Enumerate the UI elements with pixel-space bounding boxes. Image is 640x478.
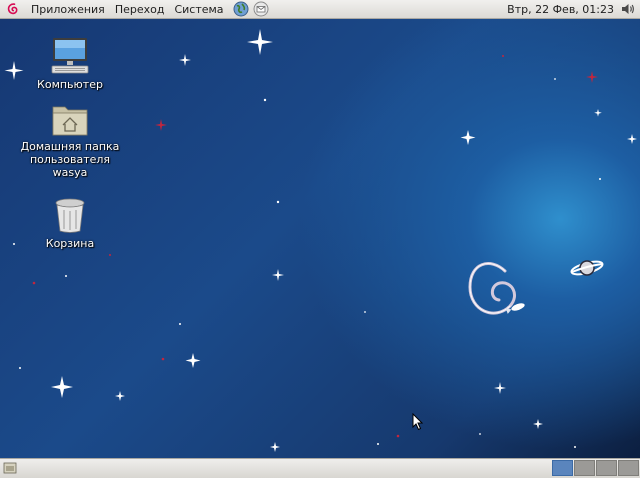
star-icon bbox=[115, 391, 125, 401]
top-panel: Приложения Переход Система Втр, 22 Фев, … bbox=[0, 0, 640, 19]
trash-icon bbox=[55, 198, 85, 233]
browser-icon[interactable] bbox=[233, 1, 249, 17]
desktop-icon-computer[interactable]: Компьютер bbox=[15, 37, 125, 91]
star-icon bbox=[272, 269, 284, 281]
star-icon bbox=[179, 54, 191, 66]
menu-applications[interactable]: Приложения bbox=[26, 0, 110, 19]
home-folder-icon bbox=[52, 106, 88, 136]
workspace-4[interactable] bbox=[618, 460, 639, 476]
mouse-cursor-icon bbox=[412, 413, 424, 431]
menu-places[interactable]: Переход bbox=[110, 0, 170, 19]
main-menu-bar: Приложения Переход Система bbox=[0, 0, 269, 19]
star-icon bbox=[270, 442, 280, 452]
tray-area: Втр, 22 Фев, 01:23 bbox=[501, 0, 640, 19]
star-icon bbox=[594, 109, 602, 117]
star-icon bbox=[185, 353, 201, 368]
bottom-panel bbox=[0, 458, 640, 478]
star-icon bbox=[155, 119, 167, 131]
icon-label: Компьютер bbox=[37, 78, 103, 91]
show-desktop-icon[interactable] bbox=[3, 461, 17, 475]
workspace-3[interactable] bbox=[596, 460, 617, 476]
star-icon bbox=[586, 71, 598, 83]
icon-label: Домашняя папка пользователя wasya bbox=[20, 140, 120, 179]
desktop-icon-home[interactable]: Домашняя папка пользователя wasya bbox=[15, 101, 125, 179]
desktop[interactable]: Компьютер Домашняя папка пользователя wa… bbox=[0, 19, 640, 458]
star-icon bbox=[51, 376, 73, 398]
icon-label: Корзина bbox=[45, 237, 95, 250]
mail-icon[interactable] bbox=[253, 1, 269, 17]
computer-icon bbox=[51, 38, 89, 74]
star-icon bbox=[627, 134, 637, 144]
debian-swirl bbox=[468, 262, 516, 315]
star-icon bbox=[494, 382, 506, 394]
debian-logo-icon[interactable] bbox=[6, 2, 20, 16]
volume-icon[interactable] bbox=[620, 1, 636, 17]
desktop-icon-trash[interactable]: Корзина bbox=[15, 198, 125, 250]
planet-icon bbox=[570, 260, 604, 276]
workspace-1[interactable] bbox=[552, 460, 573, 476]
menu-system[interactable]: Система bbox=[169, 0, 228, 19]
workspace-2[interactable] bbox=[574, 460, 595, 476]
clock[interactable]: Втр, 22 Фев, 01:23 bbox=[501, 3, 620, 16]
star-icon bbox=[460, 130, 476, 145]
star-icon bbox=[533, 419, 543, 429]
star-icon bbox=[247, 29, 273, 55]
workspace-switcher bbox=[552, 460, 640, 476]
